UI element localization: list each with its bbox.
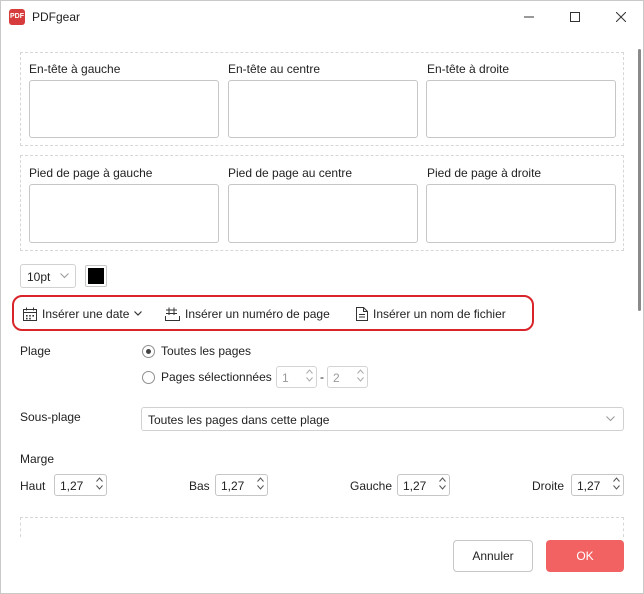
range-to-stepper[interactable]: 2 <box>327 366 368 388</box>
subrange-label: Sous-plage <box>20 410 81 424</box>
chevron-down-icon <box>134 311 143 316</box>
selected-pages-radio[interactable] <box>142 371 155 384</box>
footer-left-input[interactable] <box>29 184 219 243</box>
minimize-icon <box>524 16 534 18</box>
chevron-down-icon <box>357 377 364 382</box>
header-left-label: En-tête à gauche <box>29 62 121 76</box>
chevron-up-icon <box>613 477 620 482</box>
margin-right-value: 1,27 <box>577 479 601 493</box>
range-from-value: 1 <box>282 371 289 385</box>
footer-center-input[interactable] <box>228 184 418 243</box>
window-title: PDFgear <box>32 10 81 24</box>
footer-center-label: Pied de page au centre <box>228 166 353 180</box>
header-right-input[interactable] <box>426 80 616 138</box>
color-swatch-fill <box>88 268 104 284</box>
margin-left-label: Gauche <box>350 479 393 493</box>
subrange-select[interactable]: Toutes les pages dans cette plage <box>141 407 624 431</box>
title-bar: PDF PDFgear <box>1 1 643 33</box>
insert-page-number-button[interactable]: Insérer un numéro de page <box>165 304 330 324</box>
app-logo-icon: PDF <box>9 9 25 25</box>
subrange-value: Toutes les pages dans cette plage <box>148 413 330 427</box>
font-size-select[interactable]: 10pt <box>20 264 76 288</box>
margin-bottom-label: Bas <box>189 479 210 493</box>
chevron-down-icon <box>306 377 313 382</box>
insert-date-label: Insérer une date <box>42 307 130 321</box>
margin-bottom-value: 1,27 <box>221 479 245 493</box>
range-to-value: 2 <box>333 371 340 385</box>
all-pages-radio[interactable] <box>142 345 155 358</box>
margin-left-value: 1,27 <box>403 479 427 493</box>
preview-group <box>20 517 624 537</box>
font-size-value: 10pt <box>27 270 51 284</box>
margin-top-label: Haut <box>20 479 46 493</box>
insert-date-button[interactable]: Insérer une date <box>23 304 143 324</box>
margin-right-label: Droite <box>532 479 565 493</box>
margin-label: Marge <box>20 452 55 466</box>
text-color-picker[interactable] <box>85 265 107 287</box>
footer-left-label: Pied de page à gauche <box>29 166 153 180</box>
calendar-icon <box>23 307 37 321</box>
minimize-button[interactable] <box>506 1 552 33</box>
ok-button[interactable]: OK <box>546 540 624 572</box>
dialog-window: PDF PDFgear En-tête à gauche En-tête au … <box>0 0 644 594</box>
chevron-down-icon <box>257 485 264 490</box>
margin-top-value: 1,27 <box>60 479 84 493</box>
chevron-down-icon <box>60 273 69 279</box>
maximize-icon <box>570 12 580 22</box>
header-center-label: En-tête au centre <box>228 62 321 76</box>
chevron-down-icon <box>613 485 620 490</box>
margin-right-stepper[interactable]: 1,27 <box>571 474 624 496</box>
chevron-up-icon <box>439 477 446 482</box>
chevron-up-icon <box>306 369 313 374</box>
selected-pages-label: Pages sélectionnées <box>161 370 272 384</box>
vertical-scrollbar[interactable] <box>638 49 641 311</box>
insert-page-number-label: Insérer un numéro de page <box>185 307 330 321</box>
margin-left-stepper[interactable]: 1,27 <box>397 474 450 496</box>
chevron-up-icon <box>257 477 264 482</box>
margin-top-stepper[interactable]: 1,27 <box>54 474 107 496</box>
footer-right-label: Pied de page à droite <box>427 166 542 180</box>
range-label: Plage <box>20 344 51 358</box>
chevron-down-icon <box>439 485 446 490</box>
range-from-stepper[interactable]: 1 <box>276 366 317 388</box>
header-left-input[interactable] <box>29 80 219 138</box>
header-center-input[interactable] <box>228 80 418 138</box>
close-icon <box>616 12 626 22</box>
all-pages-label: Toutes les pages <box>161 344 252 358</box>
insert-file-name-button[interactable]: Insérer un nom de fichier <box>356 304 506 324</box>
header-right-label: En-tête à droite <box>427 62 510 76</box>
chevron-down-icon <box>96 485 103 490</box>
chevron-down-icon <box>606 416 615 422</box>
range-separator: - <box>320 370 324 384</box>
chevron-up-icon <box>357 369 364 374</box>
footer-right-input[interactable] <box>426 184 616 243</box>
file-icon <box>356 307 368 321</box>
chevron-up-icon <box>96 477 103 482</box>
page-number-icon <box>165 307 180 321</box>
close-button[interactable] <box>598 1 644 33</box>
insert-file-name-label: Insérer un nom de fichier <box>373 307 506 321</box>
maximize-button[interactable] <box>552 1 598 33</box>
margin-bottom-stepper[interactable]: 1,27 <box>215 474 268 496</box>
cancel-button[interactable]: Annuler <box>453 540 533 572</box>
